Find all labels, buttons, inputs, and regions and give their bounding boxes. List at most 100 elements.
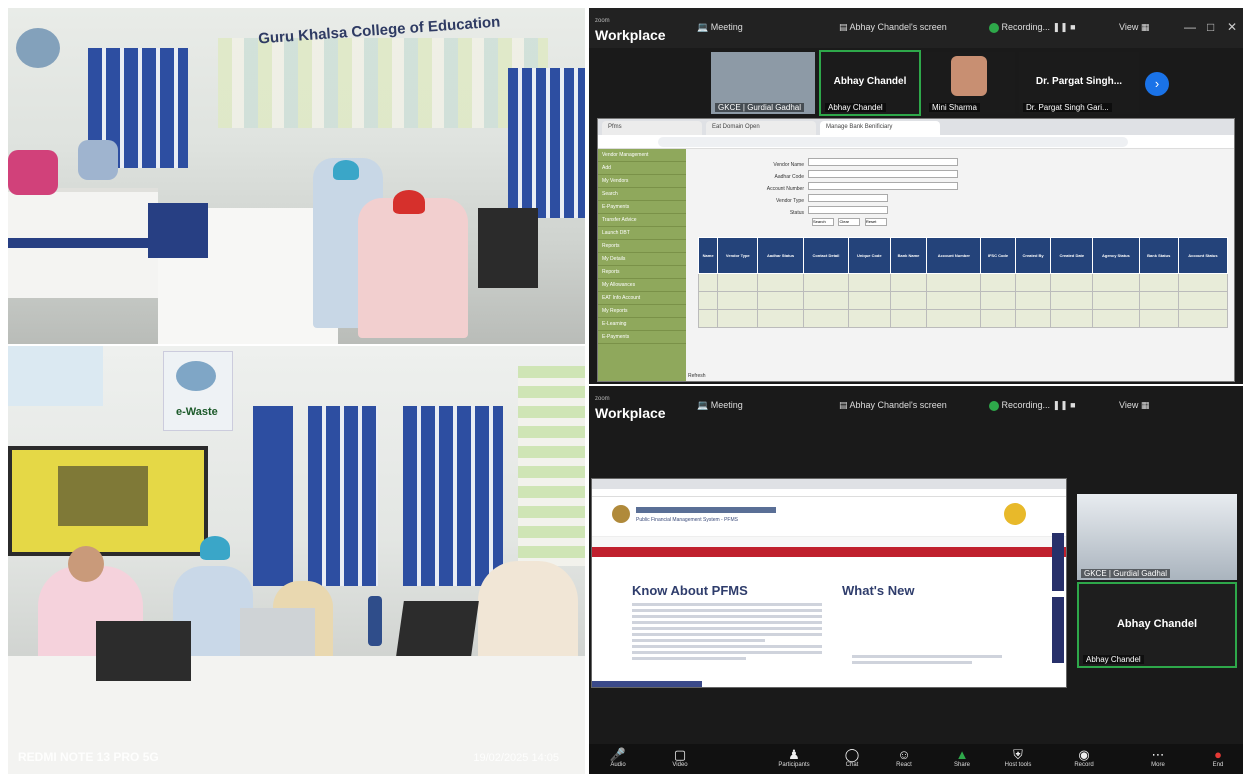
participant-tile-gkce[interactable]: GKCE | Gurdial Gadhal	[1077, 494, 1237, 580]
participant-tile-pargat[interactable]: Dr. Pargat Singh... Dr. Pargat Singh Gar…	[1019, 52, 1139, 114]
table-cell	[1138, 309, 1179, 328]
sidebar-item[interactable]: E-Learning	[598, 318, 686, 331]
share-icon: ▲	[955, 747, 969, 762]
microphone-icon: 🎤	[609, 747, 627, 762]
view-menu[interactable]: View ▦	[1119, 22, 1149, 33]
table-header[interactable]: Aadhar Status	[757, 237, 804, 274]
end-button[interactable]: ● End	[1193, 747, 1243, 768]
browser-tab-active[interactable]: Manage Bank Benificiary	[820, 121, 940, 135]
table-header[interactable]: Created Date	[1050, 237, 1094, 274]
curtain-3	[403, 406, 503, 586]
address-bar[interactable]	[598, 135, 1234, 149]
sidebar-item[interactable]: My Details	[598, 253, 686, 266]
maximize-icon[interactable]: □	[1207, 20, 1214, 34]
video-feed	[1077, 494, 1237, 580]
participant-tile-abhay[interactable]: Abhay Chandel Abhay Chandel	[819, 50, 921, 116]
head-woman	[68, 546, 104, 582]
table-header[interactable]: Created By	[1014, 237, 1052, 274]
host-tools-button[interactable]: ⛨ Host tools	[993, 747, 1043, 768]
table-header[interactable]: Bank Name	[889, 237, 928, 274]
share-button[interactable]: ▲ Share	[937, 747, 987, 768]
view-menu[interactable]: View ▦	[1119, 400, 1149, 411]
browser-tab[interactable]: Pfms	[602, 121, 702, 135]
reset-button[interactable]: Reset	[864, 217, 887, 226]
sidebar-item[interactable]: E-Payments	[598, 331, 686, 344]
recording-indicator[interactable]: Recording... ❚❚ ■	[989, 400, 1076, 411]
more-button[interactable]: ⋯ More	[1133, 747, 1183, 768]
person-pink-shirt	[358, 198, 468, 338]
table-header[interactable]: Agency Status	[1092, 237, 1140, 274]
video-button[interactable]: ▢ Video	[655, 747, 705, 768]
participant-tile-gkce[interactable]: GKCE | Gurdial Gadhal	[711, 52, 815, 114]
next-participants-button[interactable]: ›	[1145, 72, 1169, 96]
pfms-nav[interactable]	[592, 537, 1066, 547]
sidebar-item[interactable]: Add	[598, 162, 686, 175]
minimize-icon[interactable]: —	[1184, 20, 1196, 34]
table-row[interactable]	[697, 273, 1229, 292]
participant-tile-mini[interactable]: Mini Sharma	[925, 52, 1015, 114]
sidebar-item[interactable]: Search	[598, 188, 686, 201]
table-cell	[717, 273, 759, 292]
url-field[interactable]	[658, 137, 1128, 147]
sidebar-item[interactable]: Transfer Advice	[598, 214, 686, 227]
emblem-icon	[612, 505, 630, 523]
active-speaker-name: Abhay Chandel	[1116, 618, 1198, 630]
sidebar-item[interactable]: Vendor Management	[598, 149, 686, 162]
sidebar-item[interactable]: EAT Info Account	[598, 292, 686, 305]
chat-label: Chat	[845, 762, 859, 768]
address-bar[interactable]	[592, 489, 1066, 497]
chat-button[interactable]: ◯ Chat	[827, 747, 877, 768]
react-label: React	[896, 762, 912, 768]
news-item[interactable]	[852, 655, 1002, 667]
table-header[interactable]: Contact Detail	[802, 237, 850, 274]
table-header[interactable]: Bank Status	[1138, 237, 1179, 274]
search-form: Vendor Name Aadhar Code Account Number V…	[738, 153, 958, 226]
about-text	[632, 603, 822, 663]
table-row[interactable]	[697, 309, 1229, 328]
sidebar-item[interactable]: Reports	[598, 240, 686, 253]
recording-indicator[interactable]: Recording... ❚❚ ■	[989, 22, 1076, 33]
table-cell	[1050, 273, 1094, 292]
screen-share-indicator[interactable]: ▤ Abhay Chandel's screen	[839, 400, 947, 411]
camera-watermark: REDMI NOTE 13 PRO 5G	[18, 750, 159, 764]
table-cell	[980, 273, 1016, 292]
wall-charts-right	[518, 366, 585, 566]
sidebar-item[interactable]: Launch DBT	[598, 227, 686, 240]
sidebar-item[interactable]: Reports	[598, 266, 686, 279]
meeting-menu[interactable]: 💻 Meeting	[697, 22, 743, 33]
table-header[interactable]: Account Status	[1177, 237, 1229, 274]
wall-charts	[218, 38, 548, 128]
record-button[interactable]: ◉ Record	[1049, 747, 1119, 768]
person-back	[78, 140, 118, 180]
audio-button[interactable]: 🎤 Audio	[593, 747, 643, 768]
clear-button[interactable]: Clear	[838, 217, 861, 226]
react-button[interactable]: ☺ React	[879, 747, 929, 768]
screen-share-indicator[interactable]: ▤ Abhay Chandel's screen	[839, 22, 947, 33]
meeting-menu[interactable]: 💻 Meeting	[697, 400, 743, 411]
table-header[interactable]: Name	[697, 237, 719, 274]
pfms-header: Public Financial Management System - PFM…	[592, 497, 1066, 537]
pfms-org-name: Public Financial Management System - PFM…	[636, 517, 738, 523]
table-cell	[1014, 273, 1052, 292]
table-row[interactable]	[697, 291, 1229, 310]
screen-label: Abhay Chandel's screen	[849, 400, 947, 410]
sidebar-item[interactable]: My Vendors	[598, 175, 686, 188]
table-header[interactable]: Vendor Type	[717, 237, 759, 274]
table-header[interactable]: Unique Code	[848, 237, 891, 274]
side-tab-button[interactable]	[1052, 597, 1064, 663]
close-icon[interactable]: ✕	[1227, 20, 1237, 34]
sidebar-item[interactable]: E-Payments	[598, 201, 686, 214]
search-button[interactable]: Search	[812, 217, 834, 226]
person-pink	[8, 150, 58, 195]
table-cell	[889, 273, 928, 292]
participants-button[interactable]: ♟ Participants	[769, 747, 819, 768]
sidebar-item[interactable]: My Reports	[598, 305, 686, 318]
table-header[interactable]: IFSC Code	[980, 237, 1016, 274]
zoom-app-name: zoom Workplace	[595, 14, 666, 42]
participant-tile-abhay[interactable]: Abhay Chandel Abhay Chandel	[1077, 582, 1237, 668]
sidebar-item[interactable]: My Allowances	[598, 279, 686, 292]
browser-tab[interactable]: Eat Domain Open	[706, 121, 816, 135]
scroll-indicator[interactable]	[592, 681, 702, 687]
side-tab-button[interactable]	[1052, 533, 1064, 591]
table-header[interactable]: Account Number	[926, 237, 982, 274]
